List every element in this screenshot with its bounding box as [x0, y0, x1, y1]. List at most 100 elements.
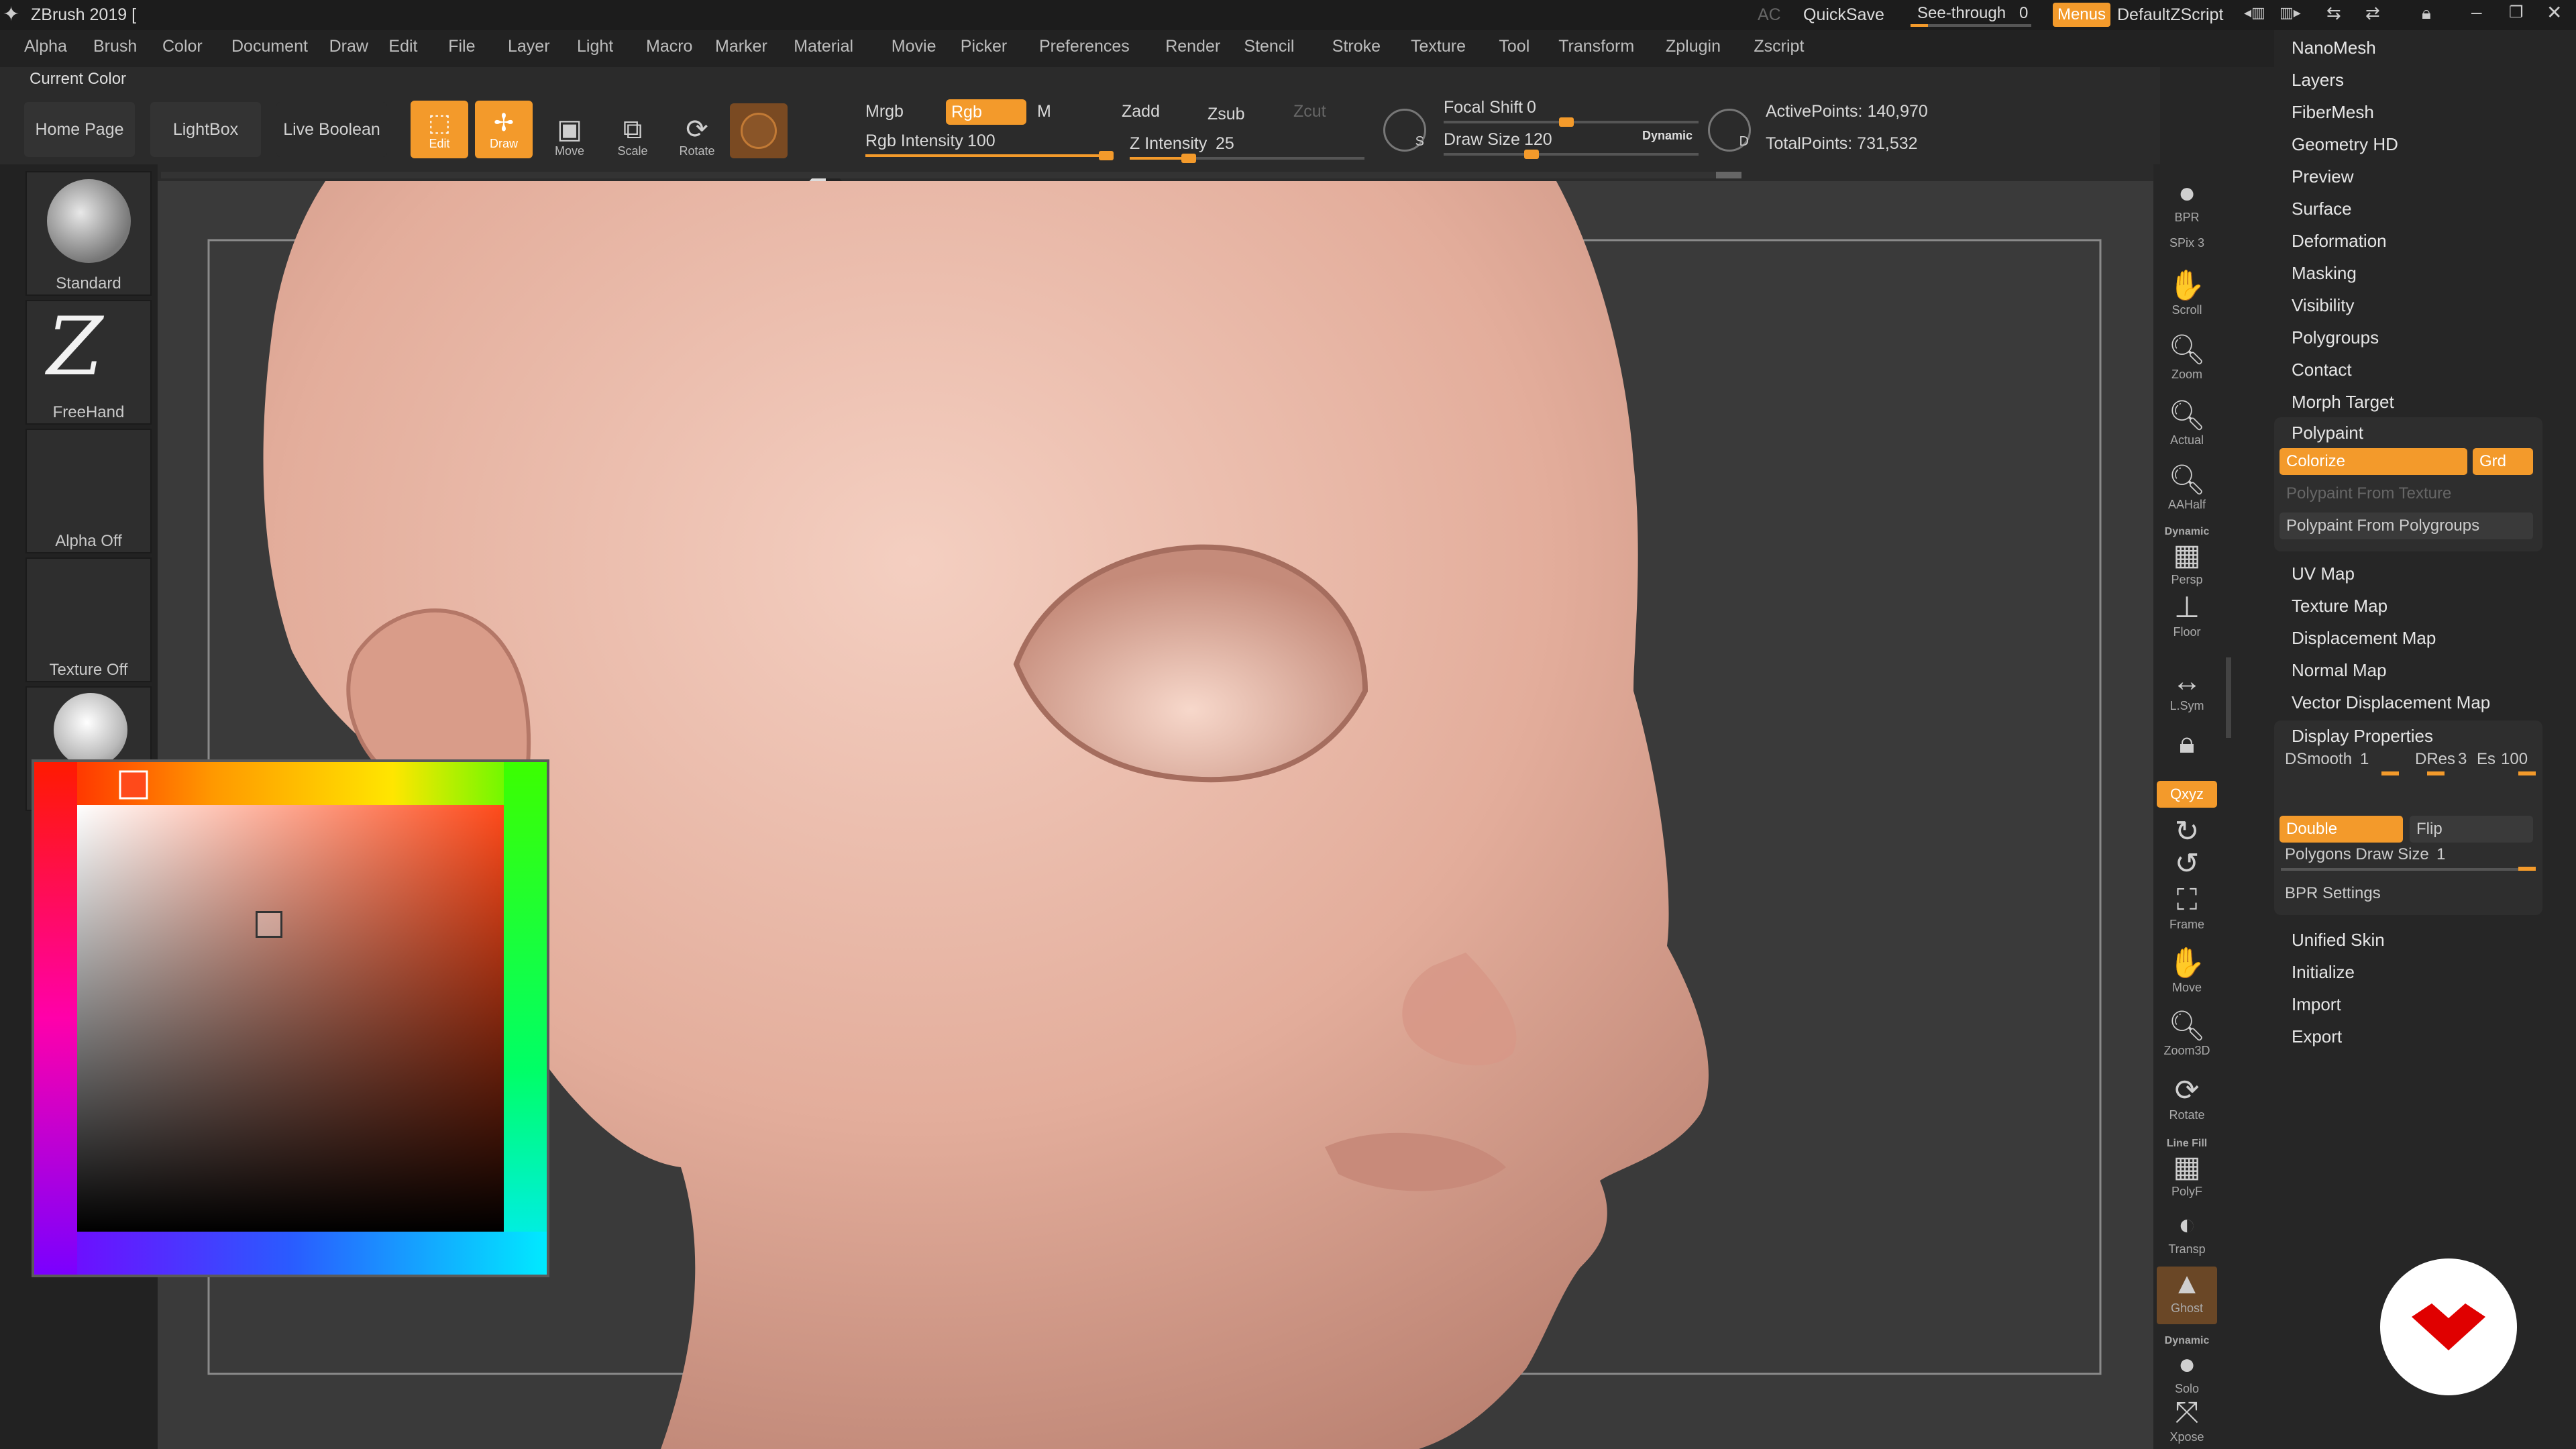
mrgb-button[interactable]: Mrgb — [865, 102, 904, 121]
lightbox-button[interactable]: LightBox — [150, 102, 261, 157]
menu-material[interactable]: Material — [794, 37, 853, 56]
toolbar-scrollbar[interactable] — [161, 172, 1741, 178]
palette-displacement-map[interactable]: Displacement Map — [2292, 628, 2436, 649]
double-toggle[interactable]: Double — [2279, 816, 2403, 843]
menu-edit[interactable]: Edit — [388, 37, 417, 56]
menu-render[interactable]: Render — [1165, 37, 1220, 56]
palette-import[interactable]: Import — [2292, 994, 2341, 1015]
palette-polygroups[interactable]: Polygroups — [2292, 327, 2379, 348]
see-through-slider[interactable]: See-through 0 — [1911, 3, 2031, 27]
palette-export[interactable]: Export — [2292, 1026, 2342, 1047]
palette-contact[interactable]: Contact — [2292, 360, 2352, 380]
rgb-intensity-knob[interactable] — [1099, 151, 1114, 160]
right-shelf-rotate-z-button[interactable]: ↺ — [2157, 847, 2217, 881]
alpha-selector-tile[interactable]: Alpha Off — [25, 429, 152, 553]
focal-shift-knob[interactable] — [1559, 117, 1574, 127]
dres-slider[interactable]: DRes 3 — [2411, 750, 2471, 777]
maximize-icon[interactable]: ❐ — [2509, 3, 2524, 22]
stroke-selector-tile[interactable]: Z FreeHand — [25, 300, 152, 425]
menu-transform[interactable]: Transform — [1558, 37, 1634, 56]
polypaint-title[interactable]: Polypaint — [2292, 423, 2363, 443]
quicksave-button[interactable]: QuickSave — [1803, 5, 1884, 25]
lock-icon[interactable]: 🔒︎ — [2422, 3, 2431, 24]
right-shelf-scroll-button[interactable]: ✋ Scroll — [2157, 268, 2217, 317]
move-button[interactable]: ▣ Move — [541, 102, 598, 158]
live-boolean-button[interactable]: Live Boolean — [276, 102, 387, 157]
draw-size-slider[interactable] — [1444, 150, 1699, 159]
right-shelf-rotate-button[interactable]: ⟳ Rotate — [2157, 1073, 2217, 1122]
ac-label[interactable]: AC — [1758, 5, 1781, 25]
right-shelf-zoom3d-button[interactable]: 🔍︎ Zoom3D — [2157, 1009, 2217, 1058]
menu-stencil[interactable]: Stencil — [1244, 37, 1294, 56]
texture-selector-tile[interactable]: Texture Off — [25, 557, 152, 682]
z-intensity-slider[interactable] — [1130, 154, 1364, 163]
color-picker[interactable] — [32, 759, 549, 1277]
polygons-draw-size-slider[interactable]: Polygons Draw Size 1 — [2281, 845, 2536, 872]
grd-toggle[interactable]: Grd — [2473, 448, 2533, 475]
dynamic-size-icon[interactable]: D — [1708, 109, 1751, 152]
menu-light[interactable]: Light — [577, 37, 613, 56]
material-swatch[interactable] — [730, 103, 788, 158]
menu-layer[interactable]: Layer — [508, 37, 550, 56]
palette-deformation[interactable]: Deformation — [2292, 231, 2387, 252]
right-shelf-bpr-button[interactable]: ● BPR — [2157, 176, 2217, 225]
default-zscript-button[interactable]: DefaultZScript — [2117, 5, 2223, 25]
menu-texture[interactable]: Texture — [1411, 37, 1466, 56]
polypaint-from-polygroups-button[interactable]: Polypaint From Polygroups — [2279, 513, 2533, 539]
layout-next-icon[interactable]: ▥▸ — [2279, 4, 2301, 21]
menu-file[interactable]: File — [448, 37, 475, 56]
palette-nanomesh[interactable]: NanoMesh — [2292, 38, 2376, 58]
zsub-button[interactable]: Zsub — [1208, 105, 1245, 124]
dynamic-toggle[interactable]: Dynamic — [1642, 129, 1693, 143]
palette-texture-map[interactable]: Texture Map — [2292, 596, 2387, 616]
palette-surface[interactable]: Surface — [2292, 199, 2352, 219]
zcut-button[interactable]: Zcut — [1293, 102, 1326, 121]
rgb-intensity-slider[interactable] — [865, 151, 1114, 160]
palette-preview[interactable]: Preview — [2292, 166, 2353, 187]
draw-size-knob[interactable] — [1524, 150, 1539, 159]
menu-brush[interactable]: Brush — [93, 37, 137, 56]
palette-geometry-hd[interactable]: Geometry HD — [2292, 134, 2398, 155]
right-shelf-move-button[interactable]: ✋ Move — [2157, 946, 2217, 995]
home-page-button[interactable]: Home Page — [24, 102, 135, 157]
draw-button[interactable]: ✢ Draw — [475, 101, 533, 158]
right-shelf-l-sym-button[interactable]: ↔ L.Sym — [2157, 664, 2217, 713]
menu-draw[interactable]: Draw — [329, 37, 368, 56]
menu-tool[interactable]: Tool — [1499, 37, 1529, 56]
focal-shift-slider[interactable] — [1444, 117, 1699, 127]
es-slider[interactable]: Es 100 — [2474, 750, 2538, 777]
layout-prev-icon[interactable]: ◂▥ — [2244, 4, 2265, 21]
right-shelf-zoom-button[interactable]: 🔍︎ Zoom — [2157, 333, 2217, 382]
polypaint-from-texture-button[interactable]: Polypaint From Texture — [2279, 480, 2533, 507]
right-shelf-actual-button[interactable]: 🔍︎ Actual — [2157, 398, 2217, 447]
right-shelf-solo-button[interactable]: Dynamic ● Solo — [2157, 1335, 2217, 1396]
right-shelf-ghost-button[interactable]: ▲ Ghost — [2157, 1267, 2217, 1324]
colorize-toggle[interactable]: Colorize — [2279, 448, 2467, 475]
right-shelf-frame-button[interactable]: ⛶ Frame — [2157, 883, 2217, 932]
menu-alpha[interactable]: Alpha — [24, 37, 67, 56]
palette-uv-map[interactable]: UV Map — [2292, 564, 2355, 584]
tool-palette-scrollbar[interactable] — [2226, 657, 2231, 738]
palette-initialize[interactable]: Initialize — [2292, 962, 2355, 983]
saturation-value-square[interactable] — [77, 805, 504, 1232]
menu-marker[interactable]: Marker — [715, 37, 767, 56]
menu-zplugin[interactable]: Zplugin — [1666, 37, 1721, 56]
m-button[interactable]: M — [1037, 102, 1051, 121]
menu-preferences[interactable]: Preferences — [1039, 37, 1130, 56]
palette-fibermesh[interactable]: FiberMesh — [2292, 102, 2374, 123]
menu-picker[interactable]: Picker — [961, 37, 1007, 56]
close-icon[interactable]: ✕ — [2546, 1, 2562, 23]
palette-unified-skin[interactable]: Unified Skin — [2292, 930, 2385, 951]
right-shelf-lock-button[interactable]: 🔒︎ — [2157, 726, 2217, 761]
bpr-settings-button[interactable]: BPR Settings — [2285, 884, 2381, 903]
focal-shift-icon[interactable]: S — [1383, 109, 1426, 152]
menu-color[interactable]: Color — [162, 37, 203, 56]
right-shelf-persp-button[interactable]: Dynamic ▦ Persp — [2157, 526, 2217, 587]
z-intensity-knob[interactable] — [1181, 154, 1196, 163]
color-scheme-icon[interactable]: ⇄ — [2365, 3, 2380, 23]
right-shelf-spix-3-button[interactable]: SPix 3 — [2157, 236, 2217, 250]
zadd-button[interactable]: Zadd — [1122, 102, 1160, 121]
menu-zscript[interactable]: Zscript — [1754, 37, 1804, 56]
right-shelf-qxyz-button[interactable]: Qxyz — [2157, 781, 2217, 808]
edit-button[interactable]: ⬚ Edit — [411, 101, 468, 158]
